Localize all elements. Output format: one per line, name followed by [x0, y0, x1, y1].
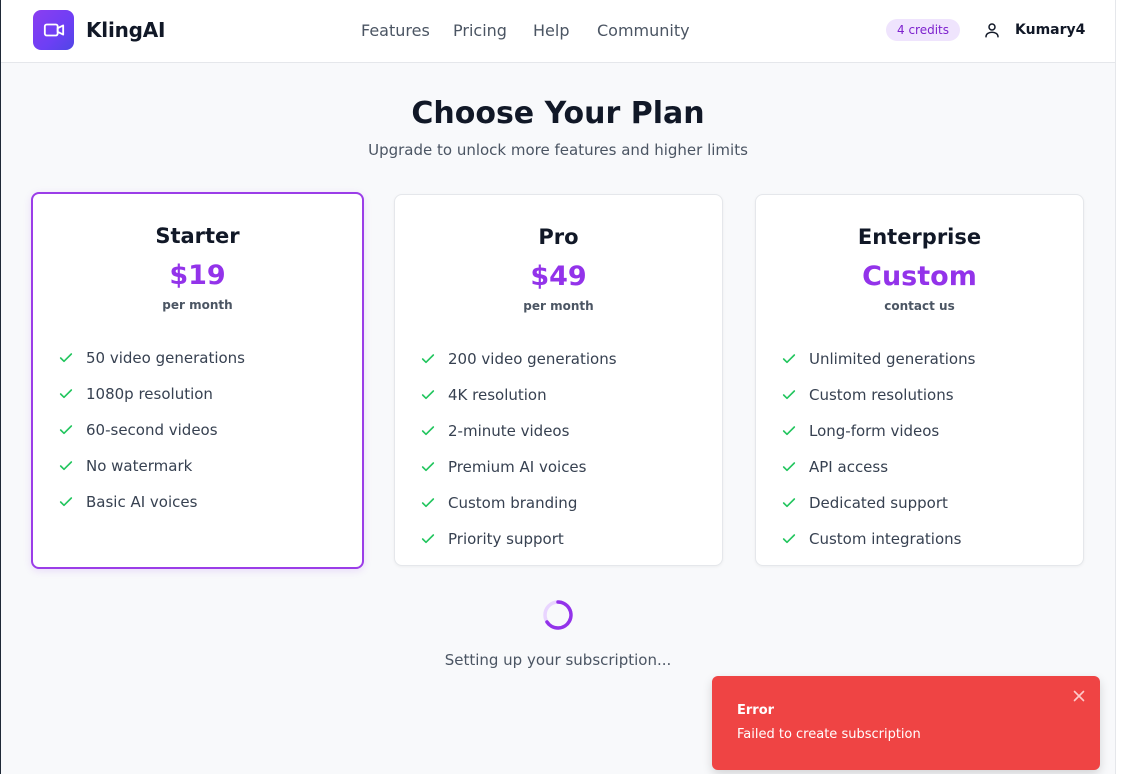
- feature-item: 60-second videos: [58, 412, 245, 448]
- toast-title: Error: [737, 703, 775, 718]
- error-toast: Error Failed to create subscription: [712, 676, 1100, 770]
- feature-item: 200 video generations: [420, 341, 617, 377]
- plan-period: per month: [162, 298, 233, 312]
- feature-label: Long-form videos: [809, 422, 940, 440]
- feature-label: 4K resolution: [448, 386, 547, 404]
- page-subtitle: Upgrade to unlock more features and high…: [368, 141, 748, 159]
- check-icon: [421, 426, 435, 436]
- feature-item: Dedicated support: [781, 485, 975, 521]
- check-icon: [59, 461, 73, 471]
- page-title: Choose Your Plan: [411, 96, 705, 131]
- check-icon: [782, 390, 796, 400]
- check-icon: [59, 389, 73, 399]
- feature-item: Long-form videos: [781, 413, 975, 449]
- plan-price: $19: [169, 260, 226, 291]
- plan-name: Enterprise: [857, 225, 982, 249]
- feature-label: 60-second videos: [86, 421, 218, 439]
- toast-message: Failed to create subscription: [737, 727, 921, 742]
- feature-label: Priority support: [448, 530, 564, 548]
- feature-label: Basic AI voices: [86, 493, 198, 511]
- feature-label: 2-minute videos: [448, 422, 570, 440]
- check-icon: [421, 354, 435, 364]
- feature-label: 1080p resolution: [86, 385, 213, 403]
- feature-label: Premium AI voices: [448, 458, 587, 476]
- feature-list: 200 video generations 4K resolution 2-mi…: [420, 341, 617, 557]
- check-icon: [421, 462, 435, 472]
- check-icon: [59, 497, 73, 507]
- loading-text: Setting up your subscription...: [444, 651, 672, 669]
- feature-label: Custom integrations: [809, 530, 962, 548]
- feature-item: Unlimited generations: [781, 341, 975, 377]
- feature-item: Custom branding: [420, 485, 617, 521]
- feature-label: Unlimited generations: [809, 350, 976, 368]
- nav-help[interactable]: Help: [533, 21, 569, 40]
- feature-list: 50 video generations 1080p resolution 60…: [58, 340, 245, 520]
- feature-label: 50 video generations: [86, 349, 245, 367]
- loading-spinner-icon: [543, 600, 573, 630]
- nav-community[interactable]: Community: [597, 21, 690, 40]
- plan-price: $49: [530, 261, 587, 292]
- feature-label: 200 video generations: [448, 350, 617, 368]
- feature-item: No watermark: [58, 448, 245, 484]
- check-icon: [59, 425, 73, 435]
- check-icon: [421, 498, 435, 508]
- feature-item: 2-minute videos: [420, 413, 617, 449]
- feature-list: Unlimited generations Custom resolutions…: [781, 341, 975, 557]
- nav-features[interactable]: Features: [361, 21, 430, 40]
- plan-card-pro[interactable]: Pro $49 per month 200 video generations …: [394, 194, 723, 566]
- feature-label: Dedicated support: [809, 494, 948, 512]
- check-icon: [782, 354, 796, 364]
- check-icon: [782, 462, 796, 472]
- feature-item: 4K resolution: [420, 377, 617, 413]
- plan-card-starter[interactable]: Starter $19 per month 50 video generatio…: [31, 192, 364, 569]
- username[interactable]: Kumary4: [1015, 22, 1085, 38]
- plan-price: Custom: [862, 261, 977, 292]
- check-icon: [782, 426, 796, 436]
- plan-period: per month: [523, 299, 594, 313]
- check-icon: [421, 390, 435, 400]
- feature-label: Custom resolutions: [809, 386, 954, 404]
- feature-label: API access: [809, 458, 889, 476]
- feature-label: Custom branding: [448, 494, 578, 512]
- feature-item: Priority support: [420, 521, 617, 557]
- check-icon: [782, 498, 796, 508]
- feature-item: Custom resolutions: [781, 377, 975, 413]
- feature-item: 1080p resolution: [58, 376, 245, 412]
- scrollbar[interactable]: [1115, 0, 1123, 774]
- plan-name: Starter: [155, 224, 240, 248]
- close-icon[interactable]: [1071, 688, 1087, 704]
- feature-item: Basic AI voices: [58, 484, 245, 520]
- feature-item: Custom integrations: [781, 521, 975, 557]
- credits-badge: 4 credits: [886, 19, 961, 41]
- feature-item: API access: [781, 449, 975, 485]
- feature-item: 50 video generations: [58, 340, 245, 376]
- feature-label: No watermark: [86, 457, 193, 475]
- plan-name: Pro: [538, 225, 579, 249]
- check-icon: [421, 534, 435, 544]
- nav-pricing[interactable]: Pricing: [453, 21, 507, 40]
- plan-card-enterprise[interactable]: Enterprise Custom contact us Unlimited g…: [755, 194, 1084, 566]
- check-icon: [59, 353, 73, 363]
- check-icon: [782, 534, 796, 544]
- user-icon[interactable]: [983, 21, 1001, 39]
- feature-item: Premium AI voices: [420, 449, 617, 485]
- plan-period: contact us: [884, 299, 955, 313]
- top-header: KlingAI Features Pricing Help Community …: [1, 0, 1115, 63]
